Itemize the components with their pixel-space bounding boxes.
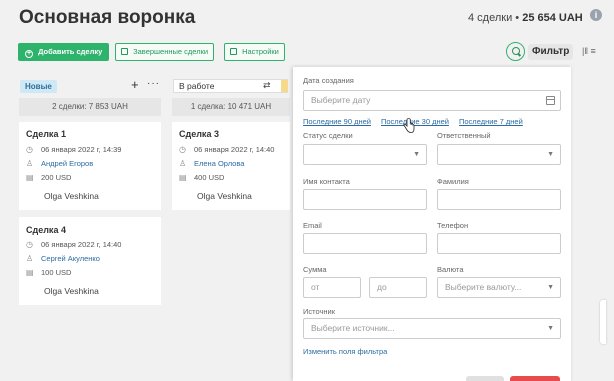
info-icon[interactable]: i (590, 9, 602, 21)
deal-date: ◷ 06 января 2022 г, 14:39 (26, 145, 122, 154)
source-label: Источник (303, 307, 336, 316)
user-icon: ♙ (179, 159, 187, 168)
deal-contact[interactable]: ♙ Елена Орлова (179, 159, 244, 168)
deal-status-select[interactable]: ▼ (303, 144, 427, 165)
deal-card[interactable]: Сделка 1 ◷ 06 января 2022 г, 14:39 ♙ Андре… (19, 122, 161, 210)
clock-icon: ◷ (26, 145, 33, 154)
swap-icon[interactable]: ⇄ (263, 80, 271, 91)
deal-owner: Olga Veshkina (197, 191, 252, 201)
more-icon[interactable]: ··· (147, 78, 160, 89)
side-drawer-handle[interactable] (600, 300, 606, 344)
email-label: Email (303, 221, 322, 230)
settings-label: Настройки (242, 47, 279, 56)
wallet-icon: ▤ (26, 173, 34, 182)
deal-title: Сделка 3 (179, 129, 219, 139)
deal-date: ◷ 06 января 2022 г, 14:40 (179, 145, 275, 154)
settings-icon (230, 48, 237, 55)
responsible-label: Ответственный (437, 131, 491, 140)
pipeline-summary: 4 сделки • 25 654 UAH (468, 12, 583, 24)
search-icon[interactable] (506, 42, 525, 61)
view-toggle-icon[interactable]: |‖ ≡ (582, 46, 596, 56)
chevron-down-icon: ▼ (413, 151, 420, 158)
completed-deals-label: Завершенные сделки (133, 47, 209, 56)
surname-input[interactable] (437, 189, 561, 210)
created-date-placeholder: Выберите дату (311, 95, 371, 105)
column-summary-new: 2 сделки: 7 853 UAH (19, 98, 161, 116)
responsible-select[interactable]: ▼ (437, 144, 561, 165)
deal-date: ◷ 06 января 2022 г, 14:40 (26, 240, 122, 249)
settings-button[interactable]: Настройки (224, 43, 285, 61)
phone-input[interactable] (437, 233, 561, 254)
completed-deals-button[interactable]: Завершенные сделки (115, 43, 215, 61)
wallet-icon: ▤ (179, 173, 187, 182)
deal-title: Сделка 4 (26, 225, 66, 235)
total-sum: 25 654 UAH (522, 12, 583, 24)
change-filter-fields-link[interactable]: Изменить поля фильтра (303, 347, 387, 356)
surname-label: Фамилия (437, 177, 469, 186)
chevron-down-icon: ▼ (547, 284, 554, 291)
contact-name-label: Имя контакта (303, 177, 350, 186)
hand-cursor-icon (403, 118, 415, 133)
deals-count: 4 сделки (468, 12, 513, 24)
deal-card[interactable]: Сделка 3 ◷ 06 января 2022 г, 14:40 ♙ Елена… (172, 122, 290, 210)
created-date-input[interactable]: Выберите дату (303, 90, 561, 111)
deal-card[interactable]: Сделка 4 ◷ 06 января 2022 г, 14:40 ♙ Серге… (19, 217, 161, 305)
clock-icon: ◷ (26, 240, 33, 249)
clock-icon: ◷ (179, 145, 186, 154)
deal-amount: ▤ 100 USD (26, 268, 72, 277)
chevron-down-icon: ▼ (547, 151, 554, 158)
quick-range-90-days[interactable]: Последние 90 дней (303, 117, 371, 126)
deal-title: Сделка 1 (26, 129, 66, 139)
source-select[interactable]: Выберите источник... ▼ (303, 318, 561, 339)
page-title: Основная воронка (19, 7, 196, 28)
column-summary-in-progress: 1 сделка: 10 471 UAH (172, 98, 290, 116)
quick-range-7-days[interactable]: Последние 7 дней (459, 117, 523, 126)
deal-owner: Olga Veshkina (44, 191, 99, 201)
checkbox-icon (121, 48, 128, 55)
column-color-swatch[interactable] (281, 80, 288, 92)
reset-button[interactable] (466, 376, 504, 381)
deal-owner: Olga Veshkina (44, 286, 99, 296)
apply-button[interactable] (510, 376, 560, 381)
add-deal-button[interactable]: + Добавить сделку (18, 43, 110, 61)
user-icon: ♙ (26, 159, 34, 168)
phone-label: Телефон (437, 221, 469, 230)
filter-panel: Дата создания Выберите дату Статус сделк… (293, 67, 571, 381)
email-input[interactable] (303, 233, 427, 254)
contact-name-input[interactable] (303, 189, 427, 210)
add-icon[interactable]: + (131, 77, 139, 92)
deal-contact[interactable]: ♙ Сергей Акуленко (26, 254, 100, 263)
column-name-new: Новые (20, 80, 57, 93)
user-icon: ♙ (26, 254, 34, 263)
wallet-icon: ▤ (26, 268, 34, 277)
chevron-down-icon: ▼ (547, 325, 554, 332)
deal-amount: ▤ 400 USD (179, 173, 225, 182)
deal-amount: ▤ 200 USD (26, 173, 72, 182)
summary-separator: • (515, 12, 520, 24)
add-deal-label: Добавить сделку (38, 47, 103, 56)
filter-button[interactable]: Фильтр (528, 44, 574, 60)
calendar-icon[interactable] (546, 96, 555, 105)
deal-status-label: Статус сделки (303, 131, 353, 140)
currency-select[interactable]: Выберите валюту... ▼ (437, 277, 561, 298)
deal-contact[interactable]: ♙ Андрей Егоров (26, 159, 93, 168)
currency-label: Валюта (437, 265, 464, 274)
created-date-label: Дата создания (303, 76, 354, 85)
amount-to-input[interactable]: до (369, 277, 427, 298)
plus-circle-icon: + (25, 50, 33, 58)
amount-label: Сумма (303, 265, 327, 274)
amount-from-input[interactable]: от (303, 277, 361, 298)
